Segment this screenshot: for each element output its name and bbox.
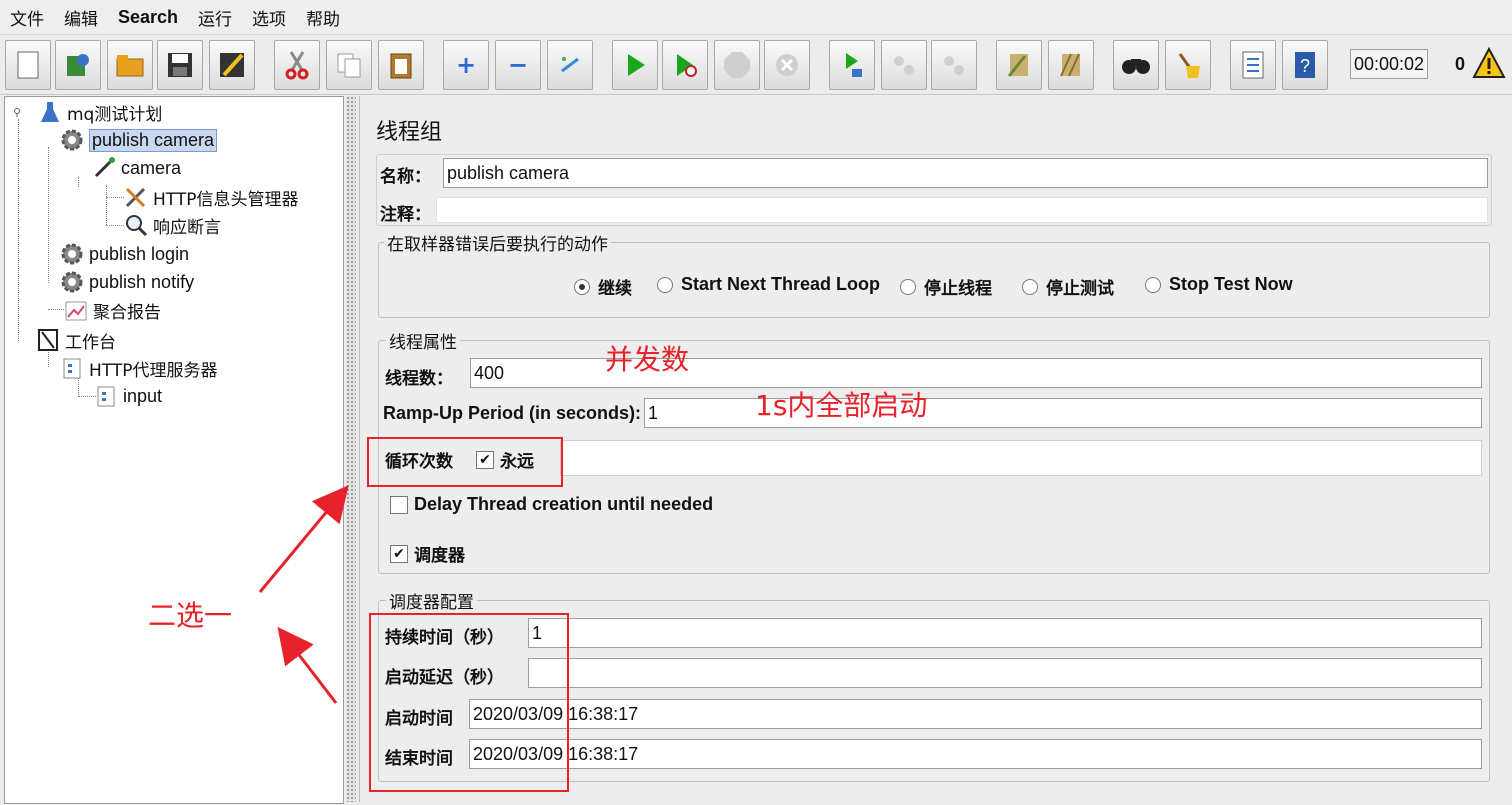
- annotation-arrows: [258, 485, 349, 704]
